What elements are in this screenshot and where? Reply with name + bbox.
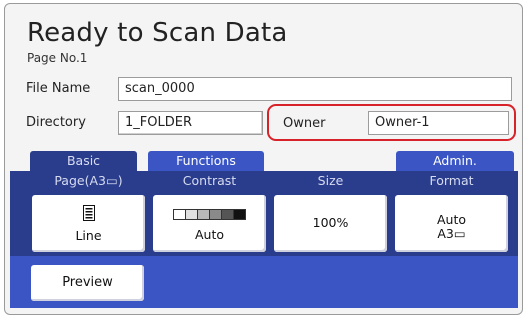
file-name-label: File Name <box>26 81 91 96</box>
contrast-setting-value: Auto <box>194 227 225 242</box>
preview-button[interactable]: Preview <box>31 265 144 301</box>
size-setting-label: Size <box>317 173 344 188</box>
contrast-setting-button[interactable]: Auto <box>153 195 266 252</box>
directory-label: Directory <box>26 115 86 130</box>
contrast-setting-label: Contrast <box>182 173 237 188</box>
tab-basic[interactable]: Basic <box>30 151 137 171</box>
owner-label: Owner <box>283 116 326 131</box>
tab-admin[interactable]: Admin. <box>396 151 514 171</box>
page-setting-value: Line <box>75 228 102 243</box>
page-setting-button[interactable]: Line <box>32 195 145 252</box>
document-lines-icon <box>32 205 145 223</box>
contrast-gauge-icon <box>153 207 266 221</box>
size-setting-button[interactable]: 100% <box>274 195 387 252</box>
format-setting-label: Format <box>429 173 474 188</box>
directory-field[interactable]: 1_FOLDER <box>118 111 263 135</box>
format-setting-button[interactable]: Auto A3▭ <box>395 195 508 252</box>
page-number: Page No.1 <box>27 51 88 65</box>
file-name-field[interactable]: scan_0000 <box>118 77 512 101</box>
format-setting-value: Auto <box>436 212 467 227</box>
page-title: Ready to Scan Data <box>27 18 288 48</box>
size-setting-value: 100% <box>312 215 349 230</box>
page-setting-label: Page(A3▭) <box>54 173 123 188</box>
owner-field[interactable]: Owner-1 <box>368 111 509 135</box>
tab-functions[interactable]: Functions <box>148 151 264 171</box>
format-setting-paper: A3▭ <box>437 226 466 241</box>
